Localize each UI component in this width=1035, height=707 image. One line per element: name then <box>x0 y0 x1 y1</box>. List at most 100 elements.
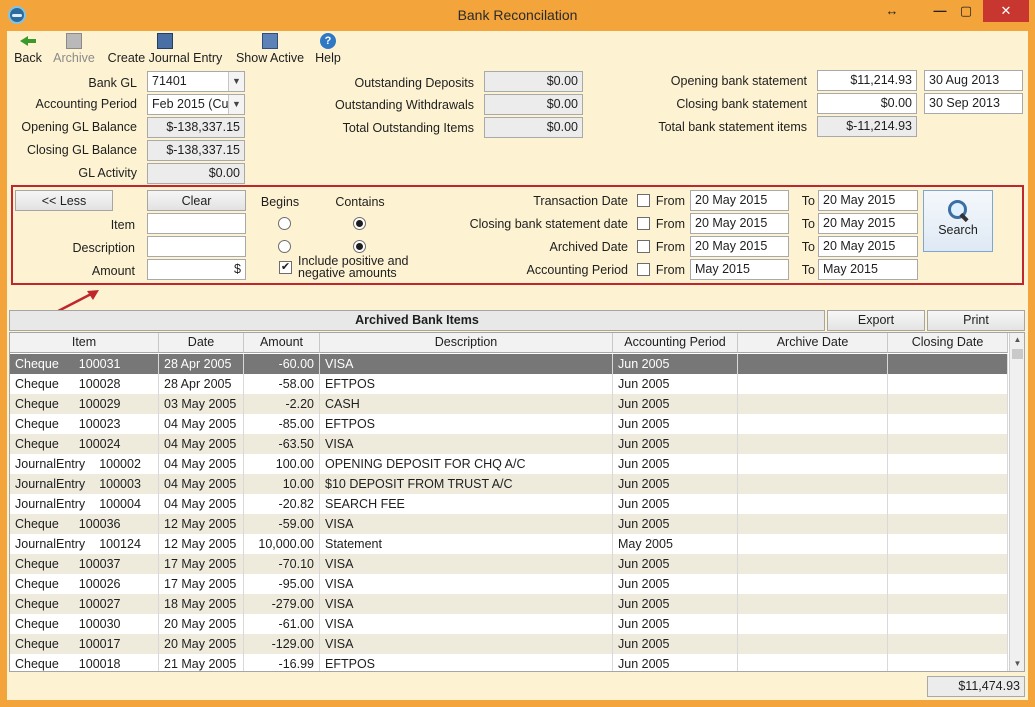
date-filter-checkbox[interactable] <box>637 194 650 207</box>
date-filter-checkbox[interactable] <box>637 240 650 253</box>
item-number: 100002 <box>99 457 141 471</box>
table-cell: Cheque 100026 <box>10 574 159 594</box>
table-cell: Jun 2005 <box>613 454 738 474</box>
accounting-period-select[interactable]: Feb 2015 (Cu ▼ <box>147 94 245 115</box>
table-cell <box>738 354 888 374</box>
table-cell: Statement <box>320 534 613 554</box>
scroll-down-icon[interactable]: ▼ <box>1010 657 1024 671</box>
table-row[interactable]: Cheque 100026 17 May 2005 -95.00 VISA Jun 200… <box>10 574 1008 594</box>
table-row[interactable]: JournalEntry 100002 04 May 2005 100.00 OPENI… <box>10 454 1008 474</box>
show-active-button[interactable]: Show Active <box>234 33 306 65</box>
maximize-button[interactable]: ▢ <box>956 0 976 22</box>
date-from-input[interactable]: 20 May 2015 <box>690 236 789 257</box>
less-button[interactable]: << Less <box>15 190 113 211</box>
table-row[interactable]: Cheque 100017 20 May 2005 -129.00 VISA Jun 20… <box>10 634 1008 654</box>
from-label: From <box>655 263 685 277</box>
column-header[interactable]: Accounting Period <box>613 333 738 353</box>
item-begins-radio[interactable] <box>278 217 291 230</box>
table-cell: -60.00 <box>244 354 320 374</box>
print-button[interactable]: Print <box>927 310 1025 331</box>
table-cell <box>738 394 888 414</box>
amount-filter-input[interactable]: $ <box>147 259 246 280</box>
table-row[interactable]: JournalEntry 100124 12 May 2005 10,000.00 St… <box>10 534 1008 554</box>
minimize-button[interactable]: — <box>930 0 950 22</box>
table-cell: 28 Apr 2005 <box>159 374 244 394</box>
description-contains-radio[interactable] <box>353 240 366 253</box>
table-row[interactable]: Cheque 100027 18 May 2005 -279.00 VISA Jun 20… <box>10 594 1008 614</box>
date-to-input[interactable]: 20 May 2015 <box>818 190 918 211</box>
table-cell <box>888 494 1008 514</box>
create-journal-entry-button[interactable]: Create Journal Entry <box>105 33 225 65</box>
chevron-down-icon[interactable]: ▼ <box>228 72 244 91</box>
table-cell <box>888 554 1008 574</box>
table-row[interactable]: Cheque 100023 04 May 2005 -85.00 EFTPOS Jun 2… <box>10 414 1008 434</box>
back-button[interactable]: Back <box>12 33 44 65</box>
date-to-input[interactable]: 20 May 2015 <box>818 236 918 257</box>
description-filter-input[interactable] <box>147 236 246 257</box>
date-filter-checkbox[interactable] <box>637 217 650 230</box>
table-row[interactable]: Cheque 100031 28 Apr 2005 -60.00 VISA Jun 200… <box>10 354 1008 374</box>
clear-button[interactable]: Clear <box>147 190 246 211</box>
item-contains-radio[interactable] <box>353 217 366 230</box>
table-row[interactable]: Cheque 100030 20 May 2005 -61.00 VISA Jun 200… <box>10 614 1008 634</box>
table-row[interactable]: Cheque 100024 04 May 2005 -63.50 VISA Jun 200… <box>10 434 1008 454</box>
opening-bank-statement-field[interactable]: $11,214.93 <box>817 70 917 91</box>
date-from-input[interactable]: May 2015 <box>690 259 789 280</box>
chevron-down-icon[interactable]: ▼ <box>228 95 244 114</box>
table-cell: Jun 2005 <box>613 594 738 614</box>
closing-statement-date-field[interactable]: 30 Sep 2013 <box>924 93 1023 114</box>
scroll-thumb[interactable] <box>1012 349 1023 359</box>
table-row[interactable]: Cheque 100028 28 Apr 2005 -58.00 EFTPOS Jun 2… <box>10 374 1008 394</box>
date-to-input[interactable]: 20 May 2015 <box>818 213 918 234</box>
scroll-up-icon[interactable]: ▲ <box>1010 333 1024 347</box>
date-filter-checkbox[interactable] <box>637 263 650 276</box>
vertical-scrollbar[interactable]: ▲ ▼ <box>1009 333 1024 671</box>
table-row[interactable]: JournalEntry 100004 04 May 2005 -20.82 SEARC… <box>10 494 1008 514</box>
opening-statement-date-field[interactable]: 30 Aug 2013 <box>924 70 1023 91</box>
item-number: 100003 <box>99 477 141 491</box>
outstanding-withdrawals-field: $0.00 <box>484 94 583 115</box>
column-header[interactable]: Description <box>320 333 613 353</box>
table-cell: 100.00 <box>244 454 320 474</box>
date-filter-label: Transaction Date <box>533 194 628 208</box>
export-button[interactable]: Export <box>827 310 925 331</box>
search-button[interactable]: Search <box>923 190 993 252</box>
column-header[interactable]: Closing Date <box>888 333 1008 353</box>
table-cell: VISA <box>320 614 613 634</box>
item-filter-input[interactable] <box>147 213 246 234</box>
help-button[interactable]: ? Help <box>314 33 342 65</box>
table-row[interactable]: Cheque 100029 03 May 2005 -2.20 CASH Jun 2005 <box>10 394 1008 414</box>
table-cell: -20.82 <box>244 494 320 514</box>
table-cell: Cheque 100030 <box>10 614 159 634</box>
date-filter-label: Accounting Period <box>526 263 628 277</box>
column-header[interactable]: Archive Date <box>738 333 888 353</box>
from-label: From <box>655 240 685 254</box>
date-from-input[interactable]: 20 May 2015 <box>690 190 789 211</box>
bank-gl-select[interactable]: 71401 ▼ <box>147 71 245 92</box>
table-row[interactable]: JournalEntry 100003 04 May 2005 10.00 $10 DE… <box>10 474 1008 494</box>
table-cell: Cheque 100027 <box>10 594 159 614</box>
table-cell: VISA <box>320 594 613 614</box>
column-header[interactable]: Amount <box>244 333 320 353</box>
table-cell: 21 May 2005 <box>159 654 244 671</box>
item-type: Cheque <box>15 577 59 591</box>
column-header[interactable]: Date <box>159 333 244 353</box>
column-header[interactable]: Item <box>10 333 159 353</box>
date-filter-label: Closing bank statement date <box>469 217 628 231</box>
table-cell: -58.00 <box>244 374 320 394</box>
archive-button[interactable]: Archive <box>51 33 97 65</box>
table-cell: -59.00 <box>244 514 320 534</box>
date-from-input[interactable]: 20 May 2015 <box>690 213 789 234</box>
table-cell: 20 May 2005 <box>159 634 244 654</box>
include-amounts-checkbox[interactable]: ✔ <box>279 261 292 274</box>
close-button[interactable]: ✕ <box>983 0 1029 22</box>
description-begins-radio[interactable] <box>278 240 291 253</box>
table-row[interactable]: Cheque 100036 12 May 2005 -59.00 VISA Jun 200… <box>10 514 1008 534</box>
resize-icon[interactable]: ↔ <box>882 0 902 22</box>
closing-bank-statement-field[interactable]: $0.00 <box>817 93 917 114</box>
table-row[interactable]: Cheque 100018 21 May 2005 -16.99 EFTPOS Jun 2… <box>10 654 1008 671</box>
table-row[interactable]: Cheque 100037 17 May 2005 -70.10 VISA Jun 200… <box>10 554 1008 574</box>
archive-icon <box>66 33 82 49</box>
table-cell: Jun 2005 <box>613 374 738 394</box>
date-to-input[interactable]: May 2015 <box>818 259 918 280</box>
